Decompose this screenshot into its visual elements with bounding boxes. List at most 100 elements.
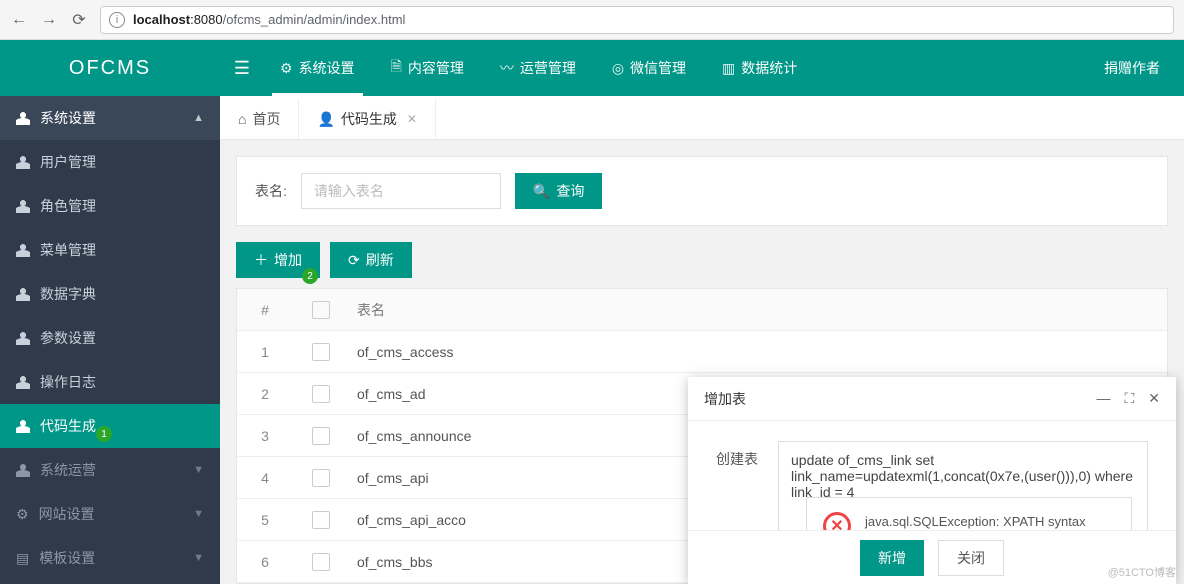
person-icon: 👤 [317,111,334,128]
checkbox[interactable] [312,553,330,571]
button-label: 增加 [274,250,302,270]
checkbox[interactable] [312,469,330,487]
tab-home[interactable]: ⌂首页 [220,99,299,139]
reload-icon[interactable]: ⟳ [70,11,88,29]
col-check [293,301,349,319]
person-icon [16,331,30,345]
person-icon [16,243,30,257]
topnav-label: 运营管理 [520,58,576,78]
error-message: ✕ java.sql.SQLException: XPATH syntax er… [806,497,1132,530]
person-icon [16,155,30,169]
chevron-up-icon: ▲ [193,112,204,124]
person-icon [16,287,30,301]
sidebar: 系统设置▲ 用户管理 角色管理 菜单管理 数据字典 参数设置 操作日志 代码生成… [0,96,220,584]
doc-icon: 🗎 [391,56,402,80]
brand-logo: OFCMS [0,57,220,80]
refresh-button[interactable]: ⟳ 刷新 [330,242,412,278]
sidebar-item-site[interactable]: ⚙网站设置▼ [0,492,220,536]
person-icon [16,419,30,433]
person-icon [16,463,30,477]
sidebar-toggle-icon[interactable]: ☰ [220,58,264,79]
gear-icon: ⚙ [16,506,29,523]
person-icon [16,111,30,125]
sidebar-item-system[interactable]: 系统设置▲ [0,96,220,140]
cancel-button[interactable]: 关闭 [938,540,1004,576]
tab-bar: ⌂首页 👤 代码生成 ✕ [220,96,1184,140]
browser-toolbar: ← → ⟳ i localhost:8080/ofcms_admin/admin… [0,0,1184,40]
sidebar-label: 操作日志 [40,372,96,392]
error-icon: ✕ [823,512,851,530]
cell-idx: 6 [237,554,293,570]
toolbar: ＋增加 ⟳刷新 2 [236,242,1168,278]
back-icon[interactable]: ← [10,11,28,29]
cell-name: of_cms_access [349,344,1167,360]
topnav-wechat[interactable]: ◎微信管理 [596,40,702,96]
cell-idx: 2 [237,386,293,402]
address-bar[interactable]: i localhost:8080/ofcms_admin/admin/index… [100,6,1174,34]
pulse-icon: 〰 [500,58,514,78]
chevron-down-icon: ▼ [193,508,204,520]
sidebar-item-logs[interactable]: 操作日志 [0,360,220,404]
tablename-input[interactable] [301,173,501,209]
layers-icon: ▤ [16,550,29,567]
donate-link[interactable]: 捐赠作者 [1104,58,1184,78]
checkbox-all[interactable] [312,301,330,319]
create-table-label: 创建表 [716,441,758,469]
sidebar-label: 角色管理 [40,196,96,216]
checkbox[interactable] [312,511,330,529]
sidebar-item-dict[interactable]: 数据字典 [0,272,220,316]
sidebar-item-sysops[interactable]: 系统运营 ▼ [0,448,220,492]
table-row[interactable]: 1 of_cms_access [237,331,1167,373]
dialog-title: 增加表 [704,389,746,409]
topnav-content[interactable]: 🗎内容管理 [375,40,480,96]
sidebar-item-params[interactable]: 参数设置 [0,316,220,360]
sidebar-item-codegen[interactable]: 代码生成1 [0,404,220,448]
search-button[interactable]: 🔍查询 [515,173,602,209]
sidebar-label: 系统运营 [40,460,96,480]
maximize-icon[interactable]: ⛶ [1124,390,1134,407]
col-index: # [237,302,293,318]
checkbox[interactable] [312,427,330,445]
tablename-label: 表名: [255,181,287,201]
watermark: @51CTO博客 [1108,564,1176,580]
chart-icon: ▥ [722,60,735,77]
close-icon[interactable]: ✕ [407,112,417,126]
sidebar-label: 用户管理 [40,152,96,172]
site-info-icon[interactable]: i [109,12,125,28]
topnav-stats[interactable]: ▥ 数据统计 [706,40,813,96]
chevron-down-icon: ▼ [193,464,204,476]
error-line: java.sql.SQLException: XPATH syntax erro… [865,512,1115,530]
cell-idx: 3 [237,428,293,444]
sidebar-item-users[interactable]: 用户管理 [0,140,220,184]
sidebar-item-menus[interactable]: 菜单管理 [0,228,220,272]
topnav-system[interactable]: ⚙系统设置 [264,40,371,96]
plus-icon: ＋ [254,250,268,270]
home-icon: ⌂ [238,111,246,127]
topnav-label: 数据统计 [741,58,797,78]
tab-codegen[interactable]: 👤 代码生成 ✕ [299,97,436,139]
minimize-icon[interactable]: — [1096,390,1110,407]
cell-idx: 4 [237,470,293,486]
cell-idx: 5 [237,512,293,528]
refresh-icon: ⟳ [348,252,360,269]
url-text: localhost:8080/ofcms_admin/admin/index.h… [133,12,405,27]
dialog-title-bar[interactable]: 增加表 — ⛶ ✕ [688,377,1176,421]
gear-icon: ⚙ [280,60,293,77]
sidebar-item-roles[interactable]: 角色管理 [0,184,220,228]
sidebar-label: 参数设置 [40,328,96,348]
checkbox[interactable] [312,385,330,403]
dialog-footer: 新增 关闭 [688,530,1176,584]
sidebar-item-template[interactable]: ▤ 模板设置 ▼ [0,536,220,580]
col-name: 表名 [349,300,1167,320]
close-icon[interactable]: ✕ [1148,390,1160,407]
wechat-icon: ◎ [612,60,624,77]
checkbox[interactable] [312,343,330,361]
topnav-ops[interactable]: 〰运营管理 [484,40,592,96]
submit-button[interactable]: 新增 [860,540,924,576]
tab-label: 代码生成 [341,109,397,129]
cell-idx: 1 [237,344,293,360]
sidebar-label: 模板设置 [39,548,95,568]
button-label: 刷新 [366,250,394,270]
chevron-down-icon: ▼ [193,552,204,564]
forward-icon[interactable]: → [40,11,58,29]
